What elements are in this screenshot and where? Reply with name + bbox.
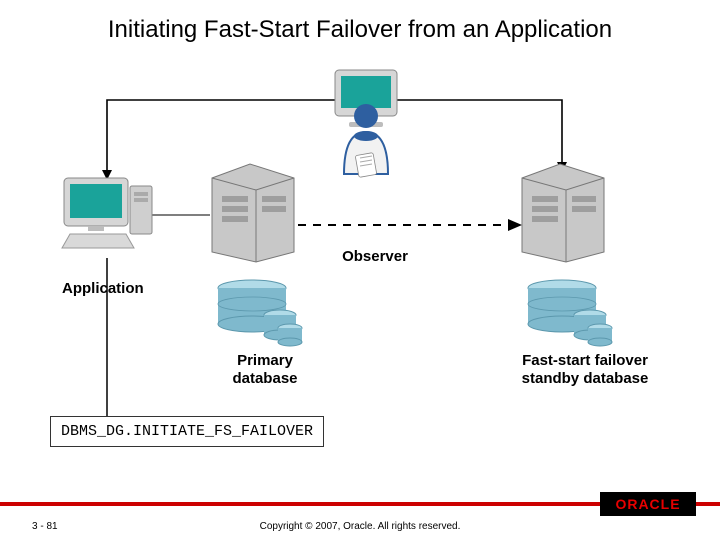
copyright-text: Copyright © 2007, Oracle. All rights res… bbox=[260, 521, 461, 532]
application-label: Application bbox=[62, 280, 162, 298]
code-box: DBMS_DG.INITIATE_FS_FAILOVER bbox=[50, 416, 324, 447]
page-number: 3 - 81 bbox=[32, 521, 58, 532]
primary-server-icon bbox=[212, 164, 294, 262]
observer-monitor-icon bbox=[335, 70, 397, 127]
connector-observer-to-standby bbox=[375, 100, 562, 172]
clipboard-icon bbox=[355, 153, 377, 178]
arrowhead-icon bbox=[102, 170, 112, 180]
diagram-canvas bbox=[0, 0, 720, 540]
observer-label: Observer bbox=[335, 248, 415, 266]
connector-observer-to-application bbox=[107, 100, 355, 180]
observer-person-icon bbox=[344, 104, 388, 177]
primary-label: Primary database bbox=[210, 352, 320, 388]
arrowhead-icon bbox=[557, 162, 567, 172]
application-pc-icon bbox=[62, 178, 152, 248]
standby-label: Fast-start failover standby database bbox=[495, 352, 675, 388]
primary-database-icon bbox=[218, 280, 302, 346]
standby-database-icon bbox=[528, 280, 612, 346]
standby-server-icon bbox=[522, 164, 604, 262]
slide-title: Initiating Fast-Start Failover from an A… bbox=[0, 0, 720, 44]
oracle-logo: ORACLE bbox=[600, 492, 696, 516]
arrowhead-icon bbox=[508, 219, 522, 231]
